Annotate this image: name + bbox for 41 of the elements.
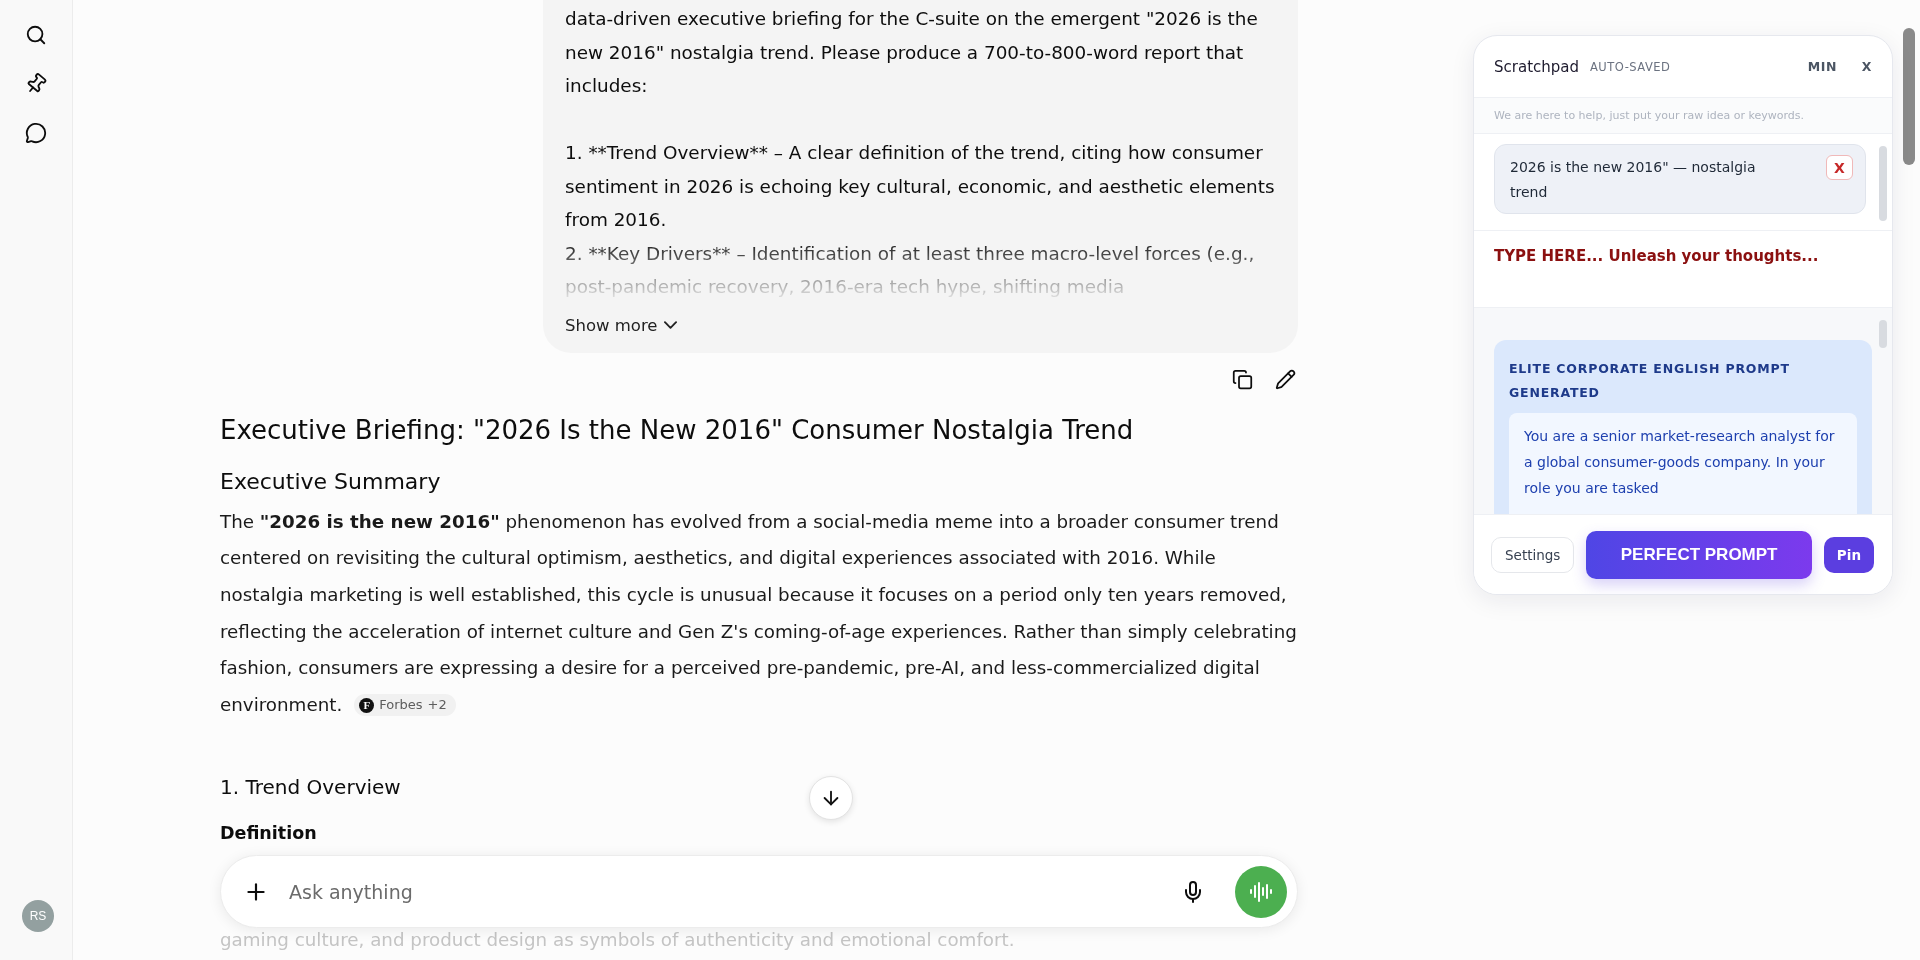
hint-text: We are here to help, just put your raw idea or keywords. xyxy=(1474,98,1892,134)
result-label: ELITE CORPORATE ENGLISH PROMPT GENERATED xyxy=(1509,360,1791,402)
search-icon[interactable] xyxy=(25,24,47,46)
subsection-heading: 1. Trend Overview xyxy=(220,773,401,801)
scrollbar[interactable] xyxy=(1903,28,1915,165)
message-text: 2. **Key Drivers** – Identification of at least three macro-level forces (e.g., post-pandemic recovery, 2016-era tech hype, shifting media xyxy=(565,241,1256,299)
save-status: AUTO-SAVED xyxy=(1590,59,1672,74)
chat-bubble-icon[interactable] xyxy=(25,122,47,144)
message-text: data-driven executive briefing for the C-suite on the emergent "2026 is the new 2016" nostalgia trend. Please produce a 700-to-800-word report that includes: xyxy=(565,7,1259,98)
close-button[interactable]: X xyxy=(1847,59,1872,74)
section-heading: Executive Summary xyxy=(220,467,442,496)
chip-text: 2026 is the new 2016" — nostalgia trend xyxy=(1510,158,1757,202)
minimize-button[interactable]: MIN xyxy=(1793,59,1837,74)
panel-title: Scratchpad xyxy=(1494,57,1579,76)
perfect-prompt-button[interactable]: PERFECT PROMPT xyxy=(1586,530,1812,579)
message-composer[interactable]: Ask anything xyxy=(220,855,1298,928)
generated-prompt: You are a senior market-research analyst for a global consumer-goods company. In your role you are tasked xyxy=(1509,413,1857,514)
response-title: Executive Briefing: "2026 Is the New 2016" Consumer Nostalgia Trend xyxy=(220,413,1135,447)
subheading: Definition xyxy=(220,821,317,845)
source-logo: F xyxy=(359,697,375,713)
faded-text: gaming culture, and product design as symbols of authenticity and emotional comfort. xyxy=(220,928,1015,952)
show-more-button[interactable]: Show more xyxy=(565,315,677,335)
citation-source: Forbes xyxy=(379,696,423,714)
pin-icon[interactable] xyxy=(25,73,47,95)
sound-wave-icon xyxy=(1249,879,1273,904)
scrollbar[interactable] xyxy=(1879,320,1887,348)
citation-count: +2 xyxy=(427,696,447,714)
copy-icon[interactable] xyxy=(1232,368,1253,390)
scroll-down-button[interactable] xyxy=(809,776,853,820)
summary-paragraph: The "2026 is the new 2016" phenomenon has evolved from a social-media meme into a broader consumer trend centered on revisiting the cultural optimism, aesthetics, and digital experiences associated with 2016. While nostalgia marketing is well established, this cycle is unusual because it focuses on a period only ten years removed, reflecting the acceleration of internet culture and Gen Z's coming-of-age experiences. Rather than simply celebrating fashion, consumers are expressing a desire for a perceived pre-pandemic, pre-AI, and less-commercialized digital environment. F Forbes +2 xyxy=(220,509,1298,719)
pin-button[interactable]: Pin xyxy=(1823,536,1874,573)
voice-button[interactable] xyxy=(1235,865,1287,918)
idea-input[interactable]: TYPE HERE... Unleash your thoughts... xyxy=(1474,231,1892,308)
chevron-down-icon xyxy=(663,321,677,329)
citation-chip[interactable]: F Forbes +2 xyxy=(354,694,456,716)
message-input[interactable]: Ask anything xyxy=(287,879,1163,904)
edit-icon[interactable] xyxy=(1275,368,1296,390)
message-text: 1. **Trend Overview** – A clear definition of the trend, citing how consumer sentiment in 2026 is echoing key cultural, economic, and aesthetic elements from 2016. xyxy=(565,141,1276,232)
remove-button[interactable]: X xyxy=(1826,155,1853,180)
scrollbar[interactable] xyxy=(1879,146,1887,221)
settings-button[interactable]: Settings xyxy=(1491,536,1575,573)
